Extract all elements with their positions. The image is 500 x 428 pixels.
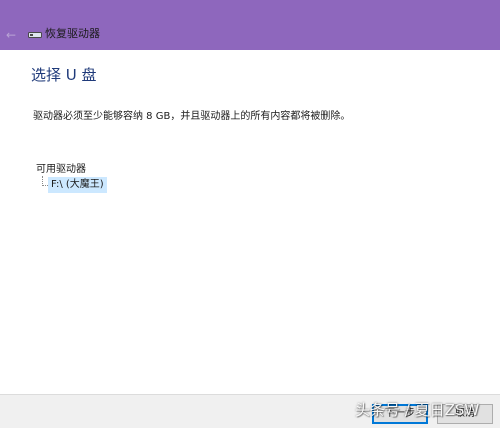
drive-requirement-text: 驱动器必须至少能够容纳 8 GB，并且驱动器上的所有内容都将被删除。 [33, 111, 351, 122]
drive-item-f[interactable]: F:\ (大魔王) [48, 177, 107, 193]
title-bar [0, 0, 500, 50]
drive-icon [28, 32, 42, 38]
cancel-button[interactable]: 取消 [437, 404, 493, 424]
window-title: 恢复驱动器 [45, 27, 100, 40]
next-button[interactable]: 下一步 [372, 404, 428, 424]
back-arrow-icon[interactable]: ← [6, 28, 18, 42]
available-drives-header: 可用驱动器 [36, 164, 86, 175]
page-title: 选择 U 盘 [31, 66, 97, 84]
